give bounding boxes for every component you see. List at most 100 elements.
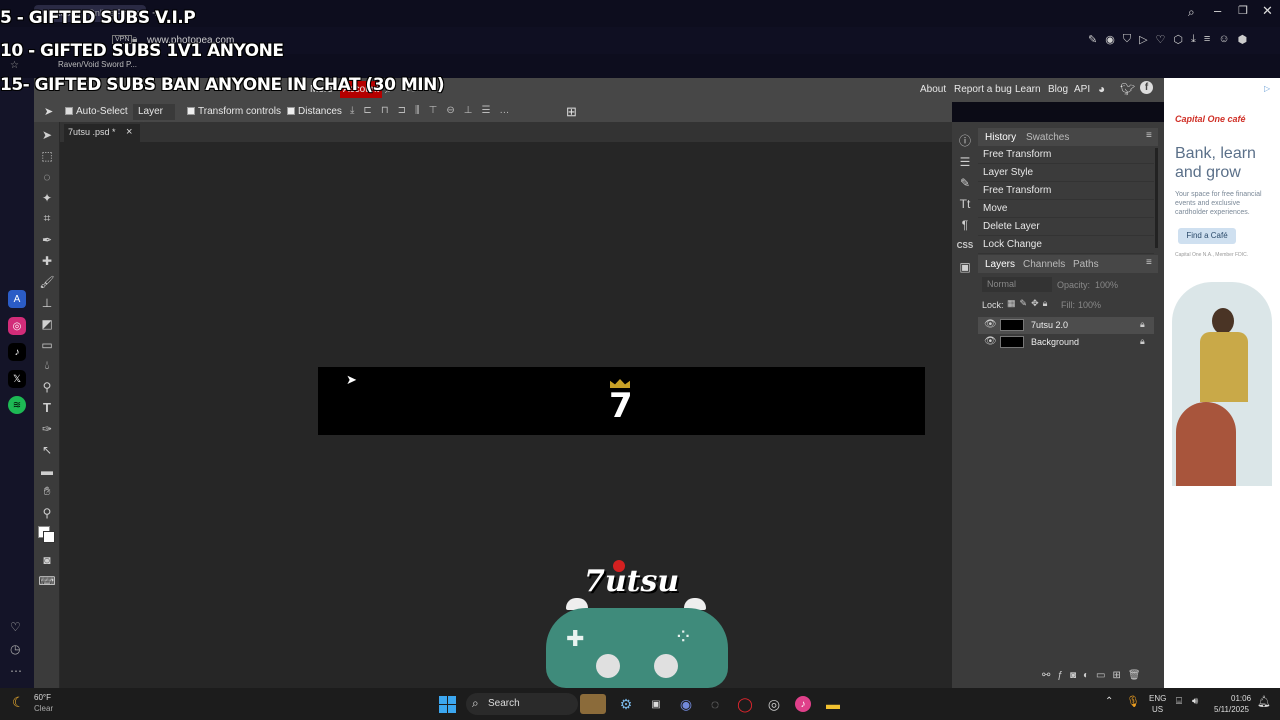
lock-paint-icon[interactable]: ✎ <box>1020 298 1028 309</box>
properties-icon[interactable]: ☰ <box>952 151 978 172</box>
background-color[interactable] <box>43 531 55 543</box>
opacity-value[interactable]: 100% <box>1095 280 1118 290</box>
link-layers-icon[interactable]: ⚯ <box>1042 670 1050 681</box>
color-swatches[interactable] <box>34 523 60 549</box>
distribute-h-icon[interactable]: ⫼ <box>415 105 420 116</box>
language-top[interactable]: ENG <box>1149 694 1166 703</box>
history-item[interactable]: Free Transform <box>978 146 1154 164</box>
loading-icon[interactable]: ◌ <box>704 693 726 715</box>
history-clock-icon[interactable]: ◷ <box>10 642 20 656</box>
tab-swatches[interactable]: Swatches <box>1026 132 1069 143</box>
adjustment-layer-icon[interactable]: ◐ <box>1083 670 1089 681</box>
close-document-icon[interactable]: × <box>126 126 132 138</box>
link-about[interactable]: About <box>920 84 946 95</box>
tiktok-icon[interactable]: ♪ <box>8 343 26 361</box>
shield-icon[interactable]: ⛉ <box>1123 33 1131 46</box>
grid-layout-icon[interactable]: ⊞ <box>566 104 577 120</box>
tab-history[interactable]: History <box>985 132 1016 143</box>
dodge-tool-icon[interactable]: ⚲ <box>34 376 60 397</box>
profile-icon[interactable]: ☺ <box>1218 33 1229 46</box>
quick-mask-icon[interactable]: ◙ <box>34 549 60 570</box>
link-blog[interactable]: Blog <box>1048 84 1068 95</box>
minimize-icon[interactable]: – <box>1214 3 1221 18</box>
character-icon[interactable]: Tt <box>952 193 978 214</box>
align-bottom-icon[interactable]: ⊥ <box>464 105 473 116</box>
more-align-icon[interactable]: … <box>499 105 509 116</box>
twitter-icon[interactable]: 🐦︎ <box>1120 82 1135 96</box>
css-icon[interactable]: CSS <box>952 235 978 256</box>
shape-tool-icon[interactable]: ▬ <box>34 460 60 481</box>
edit-icon[interactable]: ✎ <box>1088 33 1097 46</box>
tab-layers[interactable]: Layers <box>985 259 1015 270</box>
lock-all-icon[interactable]: 🔒︎ <box>1043 298 1048 309</box>
extensions-icon[interactable]: ⬢ <box>1238 33 1248 46</box>
gradient-tool-icon[interactable]: ▭ <box>34 334 60 355</box>
aria-icon[interactable]: A <box>8 290 26 308</box>
spotify-icon[interactable]: ≋ <box>8 396 26 414</box>
x-twitter-icon[interactable]: 𝕏 <box>8 370 26 388</box>
file-explorer-icon[interactable]: ▬ <box>822 693 844 715</box>
layer-effects-icon[interactable]: ƒ <box>1057 670 1063 681</box>
new-group-icon[interactable]: ▭ <box>1096 670 1105 681</box>
link-api[interactable]: API <box>1074 84 1090 95</box>
download-icon[interactable]: ⤓ <box>1191 33 1196 46</box>
start-button[interactable] <box>439 696 456 713</box>
bookmark-item[interactable]: Raven/Void Sword P... <box>58 60 137 69</box>
history-item[interactable]: Move <box>978 200 1154 218</box>
transform-controls-checkbox[interactable]: Transform controls <box>187 106 281 117</box>
layer-row[interactable]: 👁︎ Background 🔒︎ <box>978 334 1154 351</box>
search-tabs-icon[interactable]: ⌕ <box>1188 5 1195 20</box>
camera-icon[interactable]: ◉ <box>1105 33 1115 46</box>
healing-tool-icon[interactable]: ✚ <box>34 250 60 271</box>
network-icon[interactable]: ⌸ <box>1176 696 1182 707</box>
tab-channels[interactable]: Channels <box>1023 259 1065 270</box>
layer-name[interactable]: 7utsu 2.0 <box>1031 320 1068 330</box>
blur-tool-icon[interactable]: 💧︎ <box>34 355 60 376</box>
image-icon[interactable]: ▣ <box>952 256 978 277</box>
blend-mode-select[interactable]: Normal <box>982 277 1052 292</box>
tray-overflow-icon[interactable]: ⌃ <box>1105 696 1113 707</box>
path-select-tool-icon[interactable]: ↖ <box>34 439 60 460</box>
microphone-icon[interactable]: 🎙︎ <box>1126 695 1140 708</box>
stamp-tool-icon[interactable]: ⊥ <box>34 292 60 313</box>
weather-moon-icon[interactable]: ☾ <box>12 694 25 711</box>
delete-layer-icon[interactable]: 🗑︎ <box>1128 670 1141 681</box>
new-layer-icon[interactable]: ⊞ <box>1113 670 1121 681</box>
align-download-icon[interactable]: ⤓ <box>350 105 354 116</box>
visibility-eye-icon[interactable]: 👁︎ <box>984 336 997 347</box>
epic-games-icon[interactable]: ▣ <box>645 693 667 715</box>
eyedropper-tool-icon[interactable]: ✒ <box>34 229 60 250</box>
restore-icon[interactable]: ❐ <box>1238 4 1248 17</box>
play-icon[interactable]: ▷ <box>1139 33 1147 46</box>
menu-icon[interactable]: ≡ <box>1204 33 1210 46</box>
close-window-icon[interactable]: ✕ <box>1262 3 1273 19</box>
lock-position-icon[interactable]: ✥ <box>1031 298 1039 309</box>
ad-cta-button[interactable]: Find a Café <box>1178 228 1236 244</box>
opera-gx-icon[interactable]: ◯ <box>734 693 756 715</box>
history-scrollbar[interactable] <box>1155 148 1158 248</box>
brush-tool-icon[interactable]: 🖌︎ <box>34 271 60 292</box>
paragraph-icon[interactable]: ¶ <box>952 214 978 235</box>
steam-icon[interactable]: ⚙ <box>615 693 637 715</box>
distribute-v-icon[interactable]: ☰ <box>481 105 490 116</box>
marquee-tool-icon[interactable]: ⬚ <box>34 145 60 166</box>
document-tab[interactable]: 7utsu .psd * × <box>64 124 140 142</box>
layers-menu-icon[interactable]: ≡ <box>1146 257 1152 268</box>
auto-select-checkbox[interactable]: Auto-Select <box>65 106 128 117</box>
instagram-icon[interactable]: ◎ <box>8 317 26 335</box>
align-left-icon[interactable]: ⊏ <box>363 105 371 116</box>
canvas-document[interactable]: 7 <box>318 367 925 435</box>
move-tool-icon[interactable]: ➤ <box>34 124 60 145</box>
ad-choices-icon[interactable]: ▷ <box>1264 84 1270 93</box>
clock-time[interactable]: 01:06 <box>1231 694 1251 703</box>
history-item[interactable]: Free Transform <box>978 182 1154 200</box>
taskbar-search[interactable]: ⌕ Search <box>466 693 578 715</box>
align-center-h-icon[interactable]: ⊓ <box>381 105 389 116</box>
history-item[interactable]: Lock Change <box>978 236 1154 254</box>
magic-wand-tool-icon[interactable]: ✦ <box>34 187 60 208</box>
layer-row[interactable]: 👁︎ 7utsu 2.0 🔒︎ <box>978 317 1154 334</box>
notification-bell-icon[interactable]: 🔔︎ <box>1257 695 1271 708</box>
align-right-icon[interactable]: ⊐ <box>398 105 406 116</box>
history-menu-icon[interactable]: ≡ <box>1146 130 1152 141</box>
advertisement[interactable]: ▷ Capital One café Bank, learn and grow … <box>1164 78 1280 688</box>
